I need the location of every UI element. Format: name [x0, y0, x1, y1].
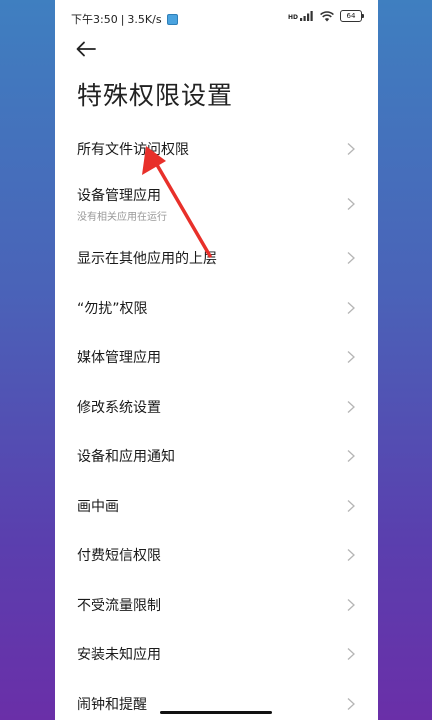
notification-app-icon: [166, 13, 178, 25]
status-right: HD 64: [288, 10, 364, 22]
chevron-right-icon: [347, 450, 355, 463]
item-label: 显示在其他应用的上层: [77, 251, 217, 268]
back-button[interactable]: [73, 36, 101, 62]
signal-bars-icon: [300, 11, 313, 21]
list-item-all-files-access[interactable]: 所有文件访问权限: [55, 124, 378, 174]
chevron-right-icon: [347, 301, 355, 314]
item-subtitle: 没有相关应用在运行: [77, 211, 167, 223]
item-label: 设备和应用通知: [77, 449, 175, 466]
item-label: 闹钟和提醒: [77, 696, 147, 713]
item-label: 不受流量限制: [77, 597, 161, 614]
wifi-icon: [320, 10, 334, 21]
battery-icon: 64: [340, 10, 364, 22]
status-bar: 下午3:50 | 3.5K/s HD 64: [55, 0, 378, 34]
chevron-right-icon: [347, 549, 355, 562]
status-left: 下午3:50 | 3.5K/s: [71, 11, 178, 27]
list-item-unrestricted-data[interactable]: 不受流量限制: [55, 580, 378, 630]
list-item-display-over-other-apps[interactable]: 显示在其他应用的上层: [55, 234, 378, 284]
item-label: “勿扰”权限: [77, 300, 148, 317]
item-label: 画中画: [77, 498, 119, 515]
list-item-do-not-disturb-access[interactable]: “勿扰”权限: [55, 283, 378, 333]
chevron-right-icon: [347, 697, 355, 710]
item-label: 付费短信权限: [77, 548, 161, 565]
chevron-right-icon: [347, 197, 355, 210]
item-label: 媒体管理应用: [77, 350, 161, 367]
chevron-right-icon: [347, 351, 355, 364]
signal-icon: HD: [288, 11, 314, 21]
list-item-device-admin-apps[interactable]: 设备管理应用 没有相关应用在运行: [55, 174, 378, 234]
list-item-picture-in-picture[interactable]: 画中画: [55, 481, 378, 531]
chevron-right-icon: [347, 400, 355, 413]
item-label: 设备管理应用: [77, 187, 161, 204]
list-item-premium-sms-access[interactable]: 付费短信权限: [55, 531, 378, 581]
chevron-right-icon: [347, 499, 355, 512]
chevron-right-icon: [347, 598, 355, 611]
list-item-install-unknown-apps[interactable]: 安装未知应用: [55, 630, 378, 680]
list-item-media-management-apps[interactable]: 媒体管理应用: [55, 333, 378, 383]
item-label: 修改系统设置: [77, 399, 161, 416]
hd-label: HD: [287, 14, 298, 21]
permission-list: 所有文件访问权限 设备管理应用 没有相关应用在运行 显示在其他应用的上层 “勿扰…: [55, 124, 378, 720]
status-time: 下午3:50: [71, 13, 118, 26]
back-arrow-icon: [76, 41, 96, 57]
chevron-right-icon: [347, 252, 355, 265]
list-item-device-and-app-notifications[interactable]: 设备和应用通知: [55, 432, 378, 482]
home-indicator[interactable]: [160, 711, 272, 714]
list-item-modify-system-settings[interactable]: 修改系统设置: [55, 382, 378, 432]
item-label: 安装未知应用: [77, 647, 161, 664]
chevron-right-icon: [347, 648, 355, 661]
item-label: 所有文件访问权限: [77, 141, 189, 158]
status-separator: |: [120, 12, 125, 26]
page-title: 特殊权限设置: [77, 81, 234, 110]
network-speed: 3.5K/s: [127, 12, 162, 26]
chevron-right-icon: [347, 142, 355, 155]
phone-screen: 下午3:50 | 3.5K/s HD 64 特殊权限设置 所有文件访问权限 设备…: [55, 0, 378, 720]
